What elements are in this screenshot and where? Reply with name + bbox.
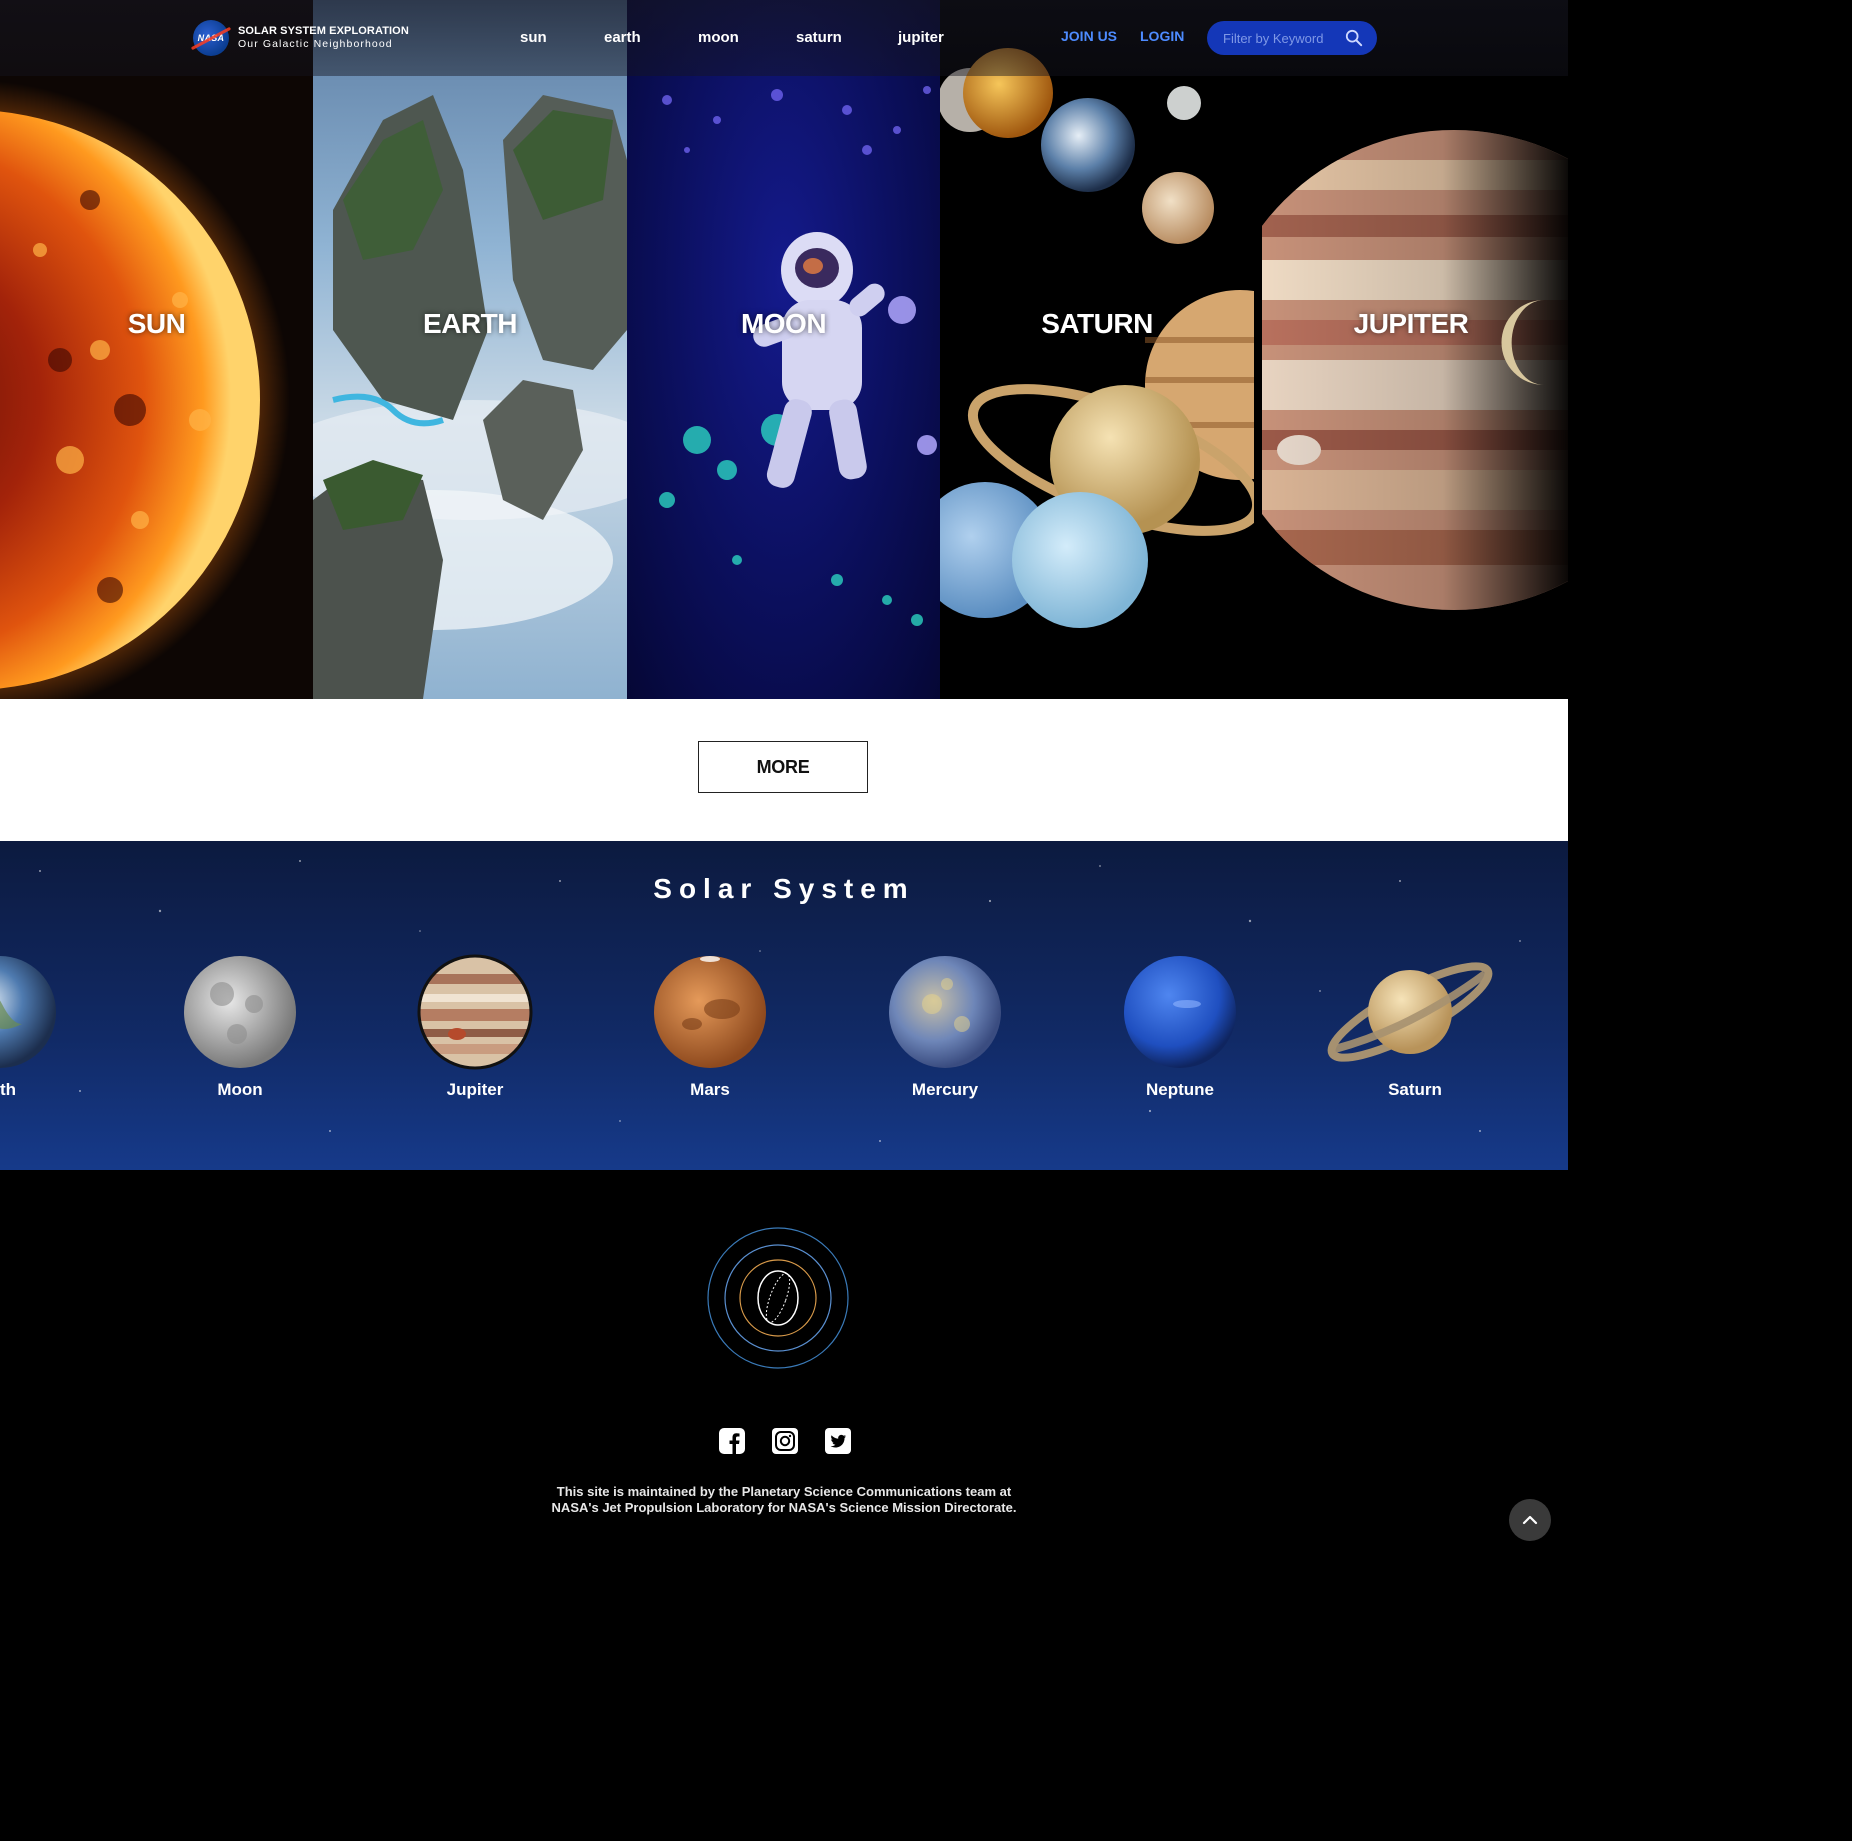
jupiter-globe: [417, 954, 533, 1070]
hero-label-moon: MOON: [740, 308, 827, 339]
jupiter-image: [1254, 0, 1568, 699]
sun-image: [0, 81, 290, 699]
planet-card-moon[interactable]: Moon: [140, 954, 340, 1100]
saturn-globe: [1327, 962, 1493, 1062]
hero-panels: SUN EARTH MOON SATURN JUPITER: [0, 0, 1568, 699]
footer-credit: This site is maintained by the Planetary…: [0, 1484, 1568, 1516]
search-input[interactable]: [1221, 29, 1343, 47]
logo-title: SOLAR SYSTEM EXPLORATION: [238, 25, 409, 37]
earth-image: [313, 95, 627, 699]
nav-link-jupiter[interactable]: jupiter: [898, 29, 944, 46]
join-us-link[interactable]: JOIN US: [1061, 28, 1117, 44]
planet-name-saturn: Saturn: [1388, 1080, 1442, 1099]
earth-globe: [0, 956, 56, 1068]
hero-panel-sun[interactable]: SUN: [0, 0, 313, 699]
mercury-globe: [889, 956, 1001, 1068]
planet-card-mercury[interactable]: Mercury: [845, 954, 1045, 1100]
hero-panel-jupiter[interactable]: JUPITER: [1254, 0, 1568, 699]
site-logo[interactable]: NASA SOLAR SYSTEM EXPLORATION Our Galact…: [193, 20, 409, 56]
nav-link-moon[interactable]: moon: [698, 29, 739, 46]
hero-label-jupiter: JUPITER: [1353, 308, 1469, 339]
hero-panel-saturn[interactable]: SATURN: [940, 0, 1254, 699]
nav-link-earth[interactable]: earth: [604, 29, 641, 46]
footer-orbit-emblem: [707, 1227, 849, 1369]
hero-label-sun: SUN: [127, 308, 186, 339]
facebook-icon[interactable]: [718, 1427, 746, 1455]
hero-label-earth: EARTH: [423, 308, 517, 339]
moon-image: [659, 86, 937, 626]
planet-card-saturn[interactable]: Saturn: [1315, 954, 1515, 1100]
instagram-icon[interactable]: [771, 1427, 799, 1455]
planet-name-neptune: Neptune: [1146, 1080, 1214, 1099]
planet-name-mercury: Mercury: [911, 1080, 979, 1099]
back-to-top-button[interactable]: [1509, 1499, 1551, 1541]
planet-name-jupiter: Jupiter: [446, 1080, 504, 1099]
solar-system-section: Solar System arth Moon: [0, 841, 1568, 1170]
moon-globe: [184, 956, 296, 1068]
mars-globe: [654, 956, 766, 1068]
chevron-up-icon: [1522, 1515, 1538, 1525]
hero-label-saturn: SATURN: [1041, 308, 1153, 339]
search-icon[interactable]: [1345, 29, 1363, 47]
astronaut-figure: [753, 232, 885, 488]
nav-link-saturn[interactable]: saturn: [796, 29, 842, 46]
neptune-globe: [1124, 956, 1236, 1068]
planet-name-earth: arth: [0, 1080, 17, 1099]
nasa-logo-text: NASA: [197, 33, 225, 43]
site-footer: This site is maintained by the Planetary…: [0, 1170, 1568, 1559]
planet-name-moon: Moon: [217, 1080, 263, 1099]
planet-card-earth[interactable]: arth: [0, 954, 100, 1100]
footer-credit-line2: NASA's Jet Propulsion Laboratory for NAS…: [551, 1500, 1017, 1515]
nasa-logo-icon: NASA: [193, 20, 229, 56]
more-button[interactable]: MORE: [698, 741, 868, 793]
solar-system-title: Solar System: [653, 873, 915, 904]
more-section: MORE: [0, 699, 1568, 841]
planet-card-jupiter[interactable]: Jupiter: [375, 954, 575, 1100]
logo-subtitle: Our Galactic Neighborhood: [238, 38, 393, 50]
planet-card-neptune[interactable]: Neptune: [1080, 954, 1280, 1100]
hero-panel-moon[interactable]: MOON: [627, 0, 940, 699]
footer-credit-line1: This site is maintained by the Planetary…: [556, 1484, 1012, 1499]
login-link[interactable]: LOGIN: [1140, 28, 1184, 44]
social-links: [718, 1427, 852, 1455]
planet-name-mars: Mars: [690, 1080, 730, 1099]
twitter-icon[interactable]: [824, 1427, 852, 1455]
planet-card-mars[interactable]: Mars: [610, 954, 810, 1100]
hero-panel-earth[interactable]: EARTH: [313, 0, 627, 699]
nav-link-sun[interactable]: sun: [520, 29, 547, 46]
site-header: NASA SOLAR SYSTEM EXPLORATION Our Galact…: [0, 0, 1568, 76]
planets-collage-image: [940, 48, 1254, 628]
search-box: [1207, 21, 1377, 55]
